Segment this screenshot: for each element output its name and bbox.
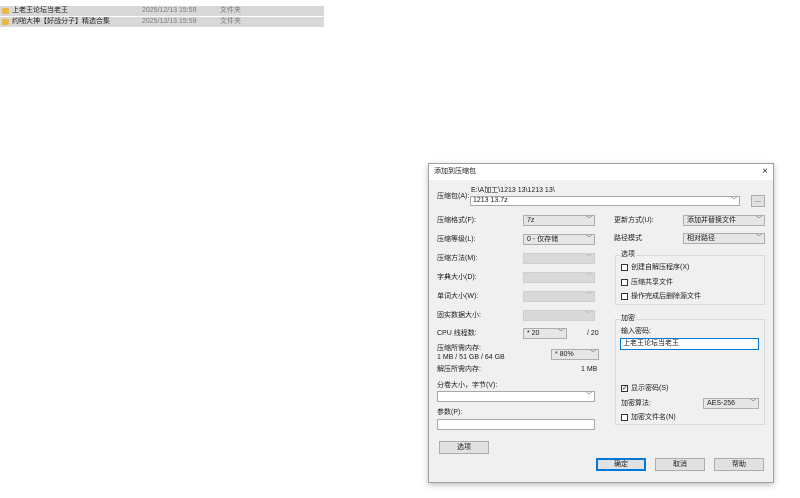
help-button[interactable]: 帮助 bbox=[714, 458, 764, 471]
method-label: 压缩方法(M): bbox=[437, 255, 478, 262]
options-group-title: 选项 bbox=[620, 251, 636, 259]
archive-label: 压缩包(A): bbox=[437, 193, 470, 200]
add-to-archive-dialog: 添加到压缩包 × 压缩包(A): E:\A加工\1213 13\1213 13\… bbox=[428, 163, 774, 483]
dict-select: ﹀ bbox=[523, 272, 595, 283]
file-date: 2025/12/13 15:59 bbox=[142, 18, 197, 25]
file-date: 2025/12/13 15:59 bbox=[142, 7, 197, 14]
params-label: 参数(P): bbox=[437, 409, 463, 416]
encrypt-names-checkbox[interactable] bbox=[621, 414, 628, 421]
update-value: 添加并替换文件 bbox=[687, 217, 736, 224]
chevron-down-icon[interactable]: ﹀ bbox=[586, 392, 592, 401]
word-label: 单词大小(W): bbox=[437, 293, 479, 300]
browse-button[interactable]: ... bbox=[751, 195, 765, 207]
title-bar: 添加到压缩包 × bbox=[429, 164, 773, 180]
shared-checkbox[interactable] bbox=[621, 279, 628, 286]
file-type: 文件夹 bbox=[220, 18, 241, 25]
level-select[interactable]: 0 - 仅存储 ﹀ bbox=[523, 234, 595, 245]
chevron-down-icon: ﹀ bbox=[585, 255, 592, 261]
chevron-down-icon: ﹀ bbox=[585, 236, 592, 242]
file-name: 约啪大神【好战分子】精选合集 bbox=[12, 18, 110, 25]
show-password-label: 显示密码(S) bbox=[631, 385, 669, 392]
split-label: 分卷大小，字节(V): bbox=[437, 382, 498, 389]
sfx-checkbox[interactable] bbox=[621, 264, 628, 271]
archive-name-input[interactable]: 1213 13.7z ﹀ bbox=[470, 196, 740, 206]
path-value: 相对路径 bbox=[687, 235, 715, 242]
word-select: ﹀ bbox=[523, 291, 595, 302]
format-label: 压缩格式(F): bbox=[437, 217, 476, 224]
level-label: 压缩等级(L): bbox=[437, 236, 476, 243]
chevron-down-icon: ﹀ bbox=[557, 330, 564, 336]
shared-label: 压缩共享文件 bbox=[631, 279, 673, 286]
chevron-down-icon: ﹀ bbox=[585, 312, 592, 318]
params-input[interactable] bbox=[437, 419, 595, 430]
enc-method-label: 加密算法: bbox=[621, 400, 651, 407]
level-value: 0 - 仅存储 bbox=[527, 236, 559, 243]
encryption-group-title: 加密 bbox=[620, 315, 636, 323]
password-label: 输入密码: bbox=[621, 328, 651, 335]
password-value: 上老王论坛当老王 bbox=[623, 340, 679, 347]
chevron-down-icon: ﹀ bbox=[755, 235, 762, 241]
mem-comp-value: 1 MB / 51 GB / 64 GB bbox=[437, 354, 505, 361]
path-label: 路径模式 bbox=[614, 235, 642, 242]
password-input[interactable]: 上老王论坛当老王 bbox=[620, 338, 759, 350]
mem-percent-select[interactable]: * 80% ﹀ bbox=[551, 349, 599, 360]
path-select[interactable]: 相对路径 ﹀ bbox=[683, 233, 765, 244]
dialog-title: 添加到压缩包 bbox=[434, 168, 476, 175]
chevron-down-icon: ﹀ bbox=[749, 400, 756, 406]
mem-comp-label: 压缩所需内存: bbox=[437, 345, 481, 352]
update-select[interactable]: 添加并替换文件 ﹀ bbox=[683, 215, 765, 226]
chevron-down-icon: ﹀ bbox=[585, 217, 592, 223]
format-value: 7z bbox=[527, 217, 535, 224]
chevron-down-icon: ﹀ bbox=[755, 217, 762, 223]
dict-label: 字典大小(D): bbox=[437, 274, 477, 281]
method-select: ﹀ bbox=[523, 253, 595, 264]
options-button[interactable]: 选项 bbox=[439, 441, 489, 454]
archive-path: E:\A加工\1213 13\1213 13\ bbox=[471, 187, 555, 194]
mem-decomp-label: 解压所需内存: bbox=[437, 366, 481, 373]
format-select[interactable]: 7z ﹀ bbox=[523, 215, 595, 226]
enc-method-value: AES-256 bbox=[707, 400, 736, 407]
close-icon[interactable]: × bbox=[762, 166, 768, 178]
cancel-button[interactable]: 取消 bbox=[655, 458, 705, 471]
file-name: 上老王论坛当老王 bbox=[12, 7, 68, 14]
delete-label: 操作完成后删除源文件 bbox=[631, 293, 701, 300]
ok-button[interactable]: 确定 bbox=[596, 458, 646, 471]
file-row-2[interactable]: 约啪大神【好战分子】精选合集 2025/12/13 15:59 文件夹 bbox=[0, 17, 324, 27]
threads-label: CPU 线程数: bbox=[437, 330, 477, 337]
split-input[interactable]: ﹀ bbox=[437, 391, 595, 402]
threads-select[interactable]: * 20 ﹀ bbox=[523, 328, 567, 339]
enc-method-select[interactable]: AES-256 ﹀ bbox=[703, 398, 759, 409]
chevron-down-icon[interactable]: ﹀ bbox=[731, 197, 737, 206]
threads-max: / 20 bbox=[587, 330, 599, 337]
solid-label: 固实数据大小: bbox=[437, 312, 481, 319]
archive-name-value: 1213 13.7z bbox=[473, 197, 508, 204]
chevron-down-icon: ﹀ bbox=[585, 274, 592, 280]
folder-icon bbox=[2, 8, 9, 14]
threads-value: * 20 bbox=[527, 330, 540, 337]
chevron-down-icon: ﹀ bbox=[585, 293, 592, 299]
solid-select: ﹀ bbox=[523, 310, 595, 321]
mem-decomp-value: 1 MB bbox=[581, 366, 598, 373]
encrypt-names-label: 加密文件名(N) bbox=[631, 414, 676, 421]
file-type: 文件夹 bbox=[220, 7, 241, 14]
sfx-label: 创建自解压程序(X) bbox=[631, 264, 690, 271]
mem-percent-value: * 80% bbox=[555, 351, 574, 358]
file-row-1[interactable]: 上老王论坛当老王 2025/12/13 15:59 文件夹 bbox=[0, 6, 324, 16]
delete-checkbox[interactable] bbox=[621, 293, 628, 300]
chevron-down-icon: ﹀ bbox=[589, 351, 596, 357]
folder-icon bbox=[2, 19, 9, 25]
show-password-checkbox[interactable] bbox=[621, 384, 628, 392]
update-label: 更新方式(U): bbox=[614, 217, 654, 224]
